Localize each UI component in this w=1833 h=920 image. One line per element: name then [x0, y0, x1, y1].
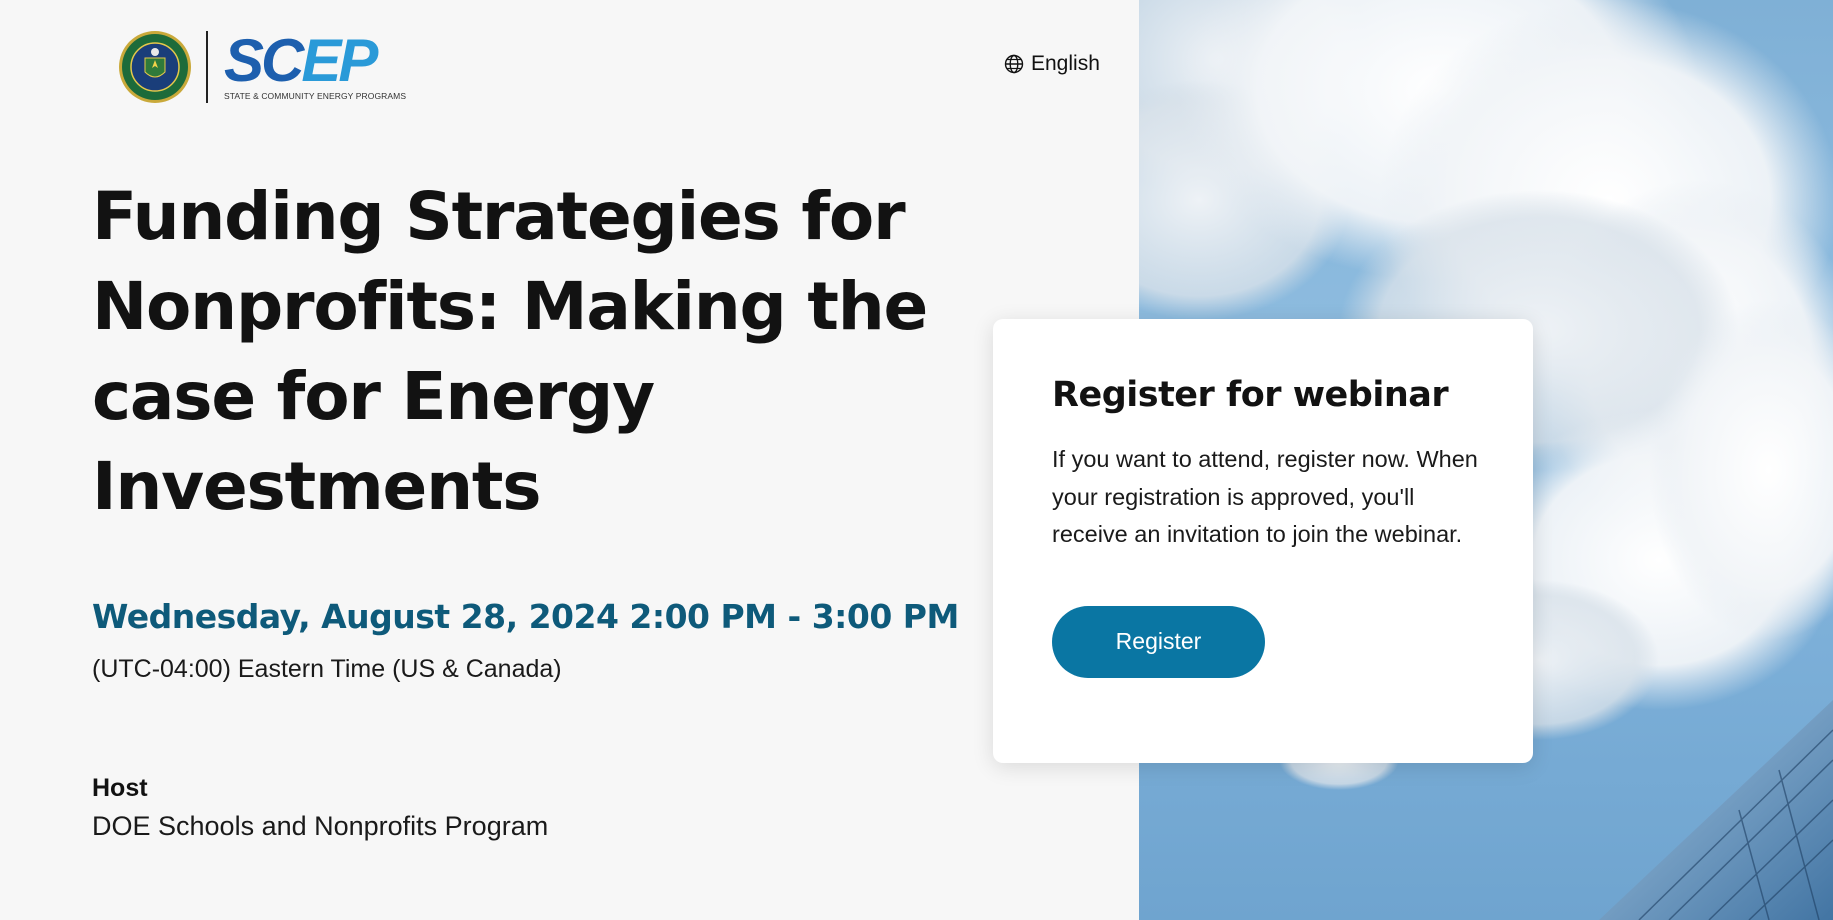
register-button[interactable]: Register [1052, 605, 1265, 678]
host-name: DOE Schools and Nonprofits Program [92, 811, 549, 841]
language-label: English [1031, 52, 1100, 75]
registration-card: Register for webinar If you want to atte… [993, 319, 1533, 763]
registration-heading: Register for webinar [1052, 375, 1449, 415]
event-timezone: (UTC-04:00) Eastern Time (US & Canada) [92, 655, 562, 683]
scep-logo[interactable]: SCEP STATE & COMMUNITY ENERGY PROGRAMS [118, 29, 406, 105]
brand-ep-text: EP [301, 27, 378, 94]
logo-divider [206, 31, 208, 103]
doe-seal-icon [119, 31, 191, 103]
globe-icon [1004, 54, 1024, 74]
event-datetime: Wednesday, August 28, 2024 2:00 PM - 3:0… [92, 597, 959, 636]
webinar-page: SCEP STATE & COMMUNITY ENERGY PROGRAMS E… [0, 0, 1833, 920]
registration-description: If you want to attend, register now. Whe… [1052, 446, 1478, 547]
brand-subtitle: STATE & COMMUNITY ENERGY PROGRAMS [224, 91, 407, 101]
brand-sc-text: SC [224, 27, 304, 94]
host-label: Host [92, 774, 148, 802]
event-title: Funding Strategies for Nonprofits: Makin… [92, 178, 928, 525]
scep-wordmark: SCEP STATE & COMMUNITY ENERGY PROGRAMS [224, 31, 407, 102]
language-selector[interactable]: English [1004, 52, 1100, 76]
